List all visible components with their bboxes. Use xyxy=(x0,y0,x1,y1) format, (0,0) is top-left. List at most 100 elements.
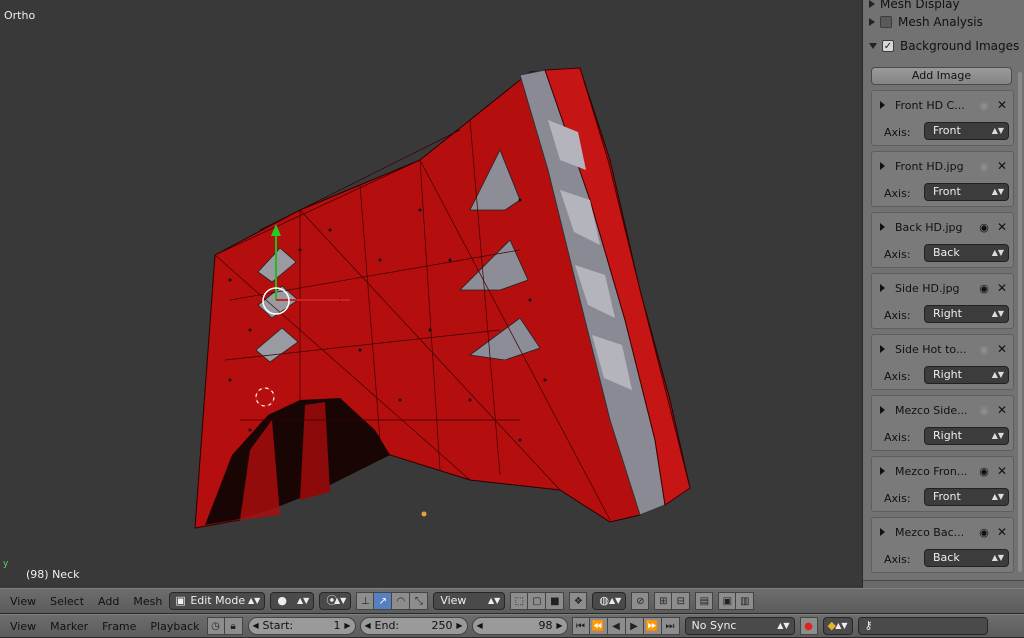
background-image-item[interactable]: Back HD.jpg ◉ ✕ Axis: Back ▲▼ xyxy=(871,212,1014,268)
eye-icon[interactable]: ◉ xyxy=(978,465,990,478)
menu-playback[interactable]: Playback xyxy=(143,620,206,633)
collapse-icon[interactable] xyxy=(869,43,877,49)
arrow-right-icon[interactable]: ▶ xyxy=(344,618,350,634)
background-images-checkbox[interactable]: ✓ xyxy=(882,40,894,52)
keying-set-select[interactable]: ◆ ▲▼ xyxy=(822,617,853,635)
edge-select-icon[interactable]: ▢ xyxy=(528,592,547,610)
expand-icon[interactable] xyxy=(880,162,885,170)
axis-select[interactable]: Right ▲▼ xyxy=(924,366,1009,384)
menu-add[interactable]: Add xyxy=(91,595,126,608)
expand-icon[interactable] xyxy=(869,18,875,26)
sync-select[interactable]: No Sync ▲▼ xyxy=(684,617,795,635)
expand-icon[interactable] xyxy=(869,0,875,8)
menu-view[interactable]: View xyxy=(3,595,43,608)
face-select-icon[interactable]: ■ xyxy=(546,592,565,610)
scale-icon[interactable]: ⤡ xyxy=(410,592,429,610)
render-still-icon[interactable]: ▣ xyxy=(718,592,737,610)
arrow-right-icon[interactable]: ▶ xyxy=(556,618,562,634)
active-keying-set-field[interactable]: ⚷ xyxy=(857,617,988,635)
axis-select[interactable]: Right ▲▼ xyxy=(924,427,1009,445)
expand-icon[interactable] xyxy=(880,406,885,414)
translate-icon[interactable]: ↗ xyxy=(374,592,393,610)
background-image-item[interactable]: Mezco Bac... ◉ ✕ Axis: Back ▲▼ xyxy=(871,517,1014,573)
panel-header-mesh-analysis[interactable]: Mesh Analysis xyxy=(869,13,983,31)
rotate-icon[interactable]: ◠ xyxy=(392,592,411,610)
close-icon[interactable]: ✕ xyxy=(996,403,1008,417)
snap-element-icon[interactable]: ⊞ xyxy=(654,592,673,610)
close-icon[interactable]: ✕ xyxy=(996,98,1008,112)
panel-header-background-images[interactable]: ✓ Background Images xyxy=(869,37,1019,55)
menu-select[interactable]: Select xyxy=(43,595,91,608)
expand-icon[interactable] xyxy=(880,223,885,231)
panel-scrollbar[interactable] xyxy=(1018,72,1022,572)
close-icon[interactable]: ✕ xyxy=(996,342,1008,356)
axis-select[interactable]: Back ▲▼ xyxy=(924,549,1009,567)
menu-marker[interactable]: Marker xyxy=(43,620,95,633)
close-icon[interactable]: ✕ xyxy=(996,464,1008,478)
background-image-item[interactable]: Mezco Side... ◉ ✕ Axis: Right ▲▼ xyxy=(871,395,1014,451)
arrow-left-icon[interactable]: ◀ xyxy=(365,618,371,634)
3d-viewport[interactable]: y Ortho (98) Neck xyxy=(0,0,862,588)
manipulator-toggle-icon[interactable]: ⊥ xyxy=(356,592,375,610)
end-frame-field[interactable]: ◀ End: 250 ▶ xyxy=(359,617,468,635)
expand-icon[interactable] xyxy=(880,284,885,292)
proportional-edit-select[interactable]: ◍ ▲▼ xyxy=(592,592,627,610)
play-icon[interactable]: ▶ xyxy=(625,617,644,635)
background-image-item[interactable]: Front HD.jpg ◉ ✕ Axis: Front ▲▼ xyxy=(871,151,1014,207)
lock-icon[interactable]: 🔒︎ xyxy=(224,617,243,635)
mesh-analysis-checkbox[interactable] xyxy=(880,16,892,28)
eye-icon[interactable]: ◉ xyxy=(978,160,990,173)
jump-end-icon[interactable]: ⏭ xyxy=(661,617,680,635)
pivot-select[interactable]: ⦿ ▲▼ xyxy=(319,592,352,610)
arrow-left-icon[interactable]: ◀ xyxy=(477,618,483,634)
axis-select[interactable]: Front ▲▼ xyxy=(924,488,1009,506)
expand-icon[interactable] xyxy=(880,467,885,475)
properties-panel[interactable]: Mesh Display Mesh Analysis ✓ Background … xyxy=(862,0,1024,588)
start-frame-field[interactable]: ◀ Start: 1 ▶ xyxy=(247,617,356,635)
close-icon[interactable]: ✕ xyxy=(996,281,1008,295)
snap-target-icon[interactable]: ⊟ xyxy=(672,592,691,610)
panel-header-mesh-display[interactable]: Mesh Display xyxy=(869,0,960,13)
arrow-left-icon[interactable]: ◀ xyxy=(253,618,259,634)
add-image-button[interactable]: Add Image xyxy=(871,67,1012,85)
axis-select[interactable]: Front ▲▼ xyxy=(924,183,1009,201)
shading-select[interactable]: ● ▲▼ xyxy=(270,592,315,610)
background-image-item[interactable]: Front HD C... ◉ ✕ Axis: Front ▲▼ xyxy=(871,90,1014,146)
clock-icon[interactable]: ◷ xyxy=(206,617,225,635)
mode-select[interactable]: ▣ Edit Mode ▲▼ xyxy=(169,592,266,610)
expand-icon[interactable] xyxy=(880,101,885,109)
axis-select[interactable]: Right ▲▼ xyxy=(924,305,1009,323)
eye-icon[interactable]: ◉ xyxy=(978,343,990,356)
close-icon[interactable]: ✕ xyxy=(996,159,1008,173)
expand-icon[interactable] xyxy=(880,528,885,536)
orientation-select[interactable]: View ▲▼ xyxy=(433,592,506,610)
close-icon[interactable]: ✕ xyxy=(996,525,1008,539)
background-image-item[interactable]: Mezco Fron... ◉ ✕ Axis: Front ▲▼ xyxy=(871,456,1014,512)
limit-selection-icon[interactable]: ❖ xyxy=(569,592,588,610)
eye-icon[interactable]: ◉ xyxy=(978,282,990,295)
axis-select[interactable]: Front ▲▼ xyxy=(924,122,1009,140)
axis-select[interactable]: Back ▲▼ xyxy=(924,244,1009,262)
current-frame-field[interactable]: ◀ 98 ▶ xyxy=(471,617,568,635)
menu-mesh[interactable]: Mesh xyxy=(126,595,169,608)
record-icon[interactable]: ● xyxy=(799,617,818,635)
snap-icon[interactable]: ⊘ xyxy=(631,592,650,610)
background-image-item[interactable]: Side Hot to... ◉ ✕ Axis: Right ▲▼ xyxy=(871,334,1014,390)
menu-frame[interactable]: Frame xyxy=(95,620,143,633)
expand-icon[interactable] xyxy=(880,345,885,353)
prev-keyframe-icon[interactable]: ⏪ xyxy=(589,617,608,635)
arrow-right-icon[interactable]: ▶ xyxy=(456,618,462,634)
next-keyframe-icon[interactable]: ⏩ xyxy=(643,617,662,635)
vertex-select-icon[interactable]: ⬚ xyxy=(510,592,529,610)
eye-icon[interactable]: ◉ xyxy=(978,404,990,417)
eye-icon[interactable]: ◉ xyxy=(978,221,990,234)
background-image-item[interactable]: Side HD.jpg ◉ ✕ Axis: Right ▲▼ xyxy=(871,273,1014,329)
render-animation-icon[interactable]: ▥ xyxy=(736,592,755,610)
eye-icon[interactable]: ◉ xyxy=(978,526,990,539)
play-reverse-icon[interactable]: ◀ xyxy=(607,617,626,635)
opengl-render-icon[interactable]: ▤ xyxy=(695,592,714,610)
jump-start-icon[interactable]: ⏮ xyxy=(571,617,590,635)
eye-icon[interactable]: ◉ xyxy=(978,99,990,112)
close-icon[interactable]: ✕ xyxy=(996,220,1008,234)
timeline-menu-view[interactable]: View xyxy=(3,620,43,633)
